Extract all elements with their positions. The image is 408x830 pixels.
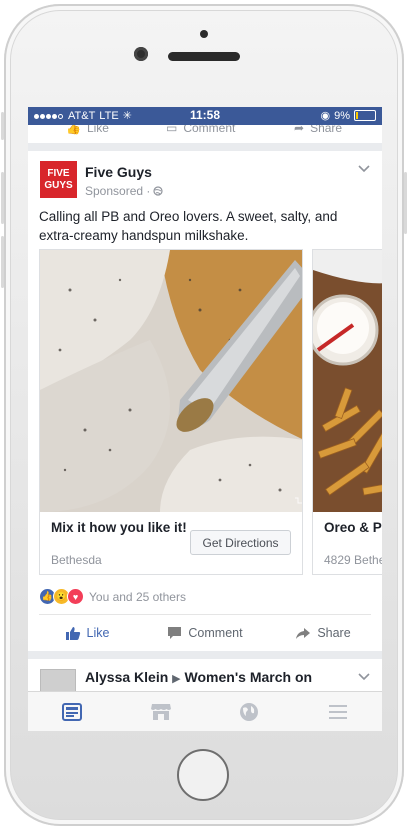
volume-down-button [1,236,4,288]
thumbs-up-icon: 👍 [66,125,81,135]
home-button[interactable] [177,749,229,801]
globe-icon [153,186,163,196]
battery-percent: 9% [334,109,350,122]
share-button[interactable]: Share [264,618,382,648]
front-camera [134,47,148,61]
tab-news-feed[interactable] [28,692,117,731]
shake-and-fries-image [313,250,382,512]
page-name[interactable]: Five Guys [85,164,152,180]
post-caption: Calling all PB and Oreo lovers. A sweet,… [39,209,338,243]
card-1-location: Bethesda [51,553,102,567]
share-icon [296,627,311,639]
next-post-arrow: ▶ [172,673,181,685]
card-2-title: Oreo & P Butter Mi [324,520,382,535]
prev-like-label: Like [86,125,109,135]
earpiece-speaker [168,52,240,61]
proximity-sensor [200,30,208,38]
five-guys-logo[interactable]: FIVE GUYS [40,161,77,198]
volume-up-button [1,172,4,224]
status-bar: AT&T LTE ✳ 11:58 ◉ 9% [28,107,382,125]
prev-like-button[interactable]: 👍 Like [66,125,109,135]
divider [39,614,371,615]
share-icon: ➦ [294,125,305,135]
next-post-target: Women's March on [184,669,313,685]
menu-icon [328,705,347,719]
post-actions: Like Comment Share [28,618,382,648]
sponsored-post: FIVE GUYS Five Guys Sponsored · Calling … [28,151,382,651]
comment-button[interactable]: Comment [146,618,264,648]
get-directions-button[interactable]: Get Directions [190,530,291,555]
thumbs-up-icon [65,626,80,640]
prev-comment-label: Comment [183,125,236,135]
like-button[interactable]: Like [28,618,146,648]
mute-switch [1,112,4,140]
carousel-card-2[interactable]: Oreo & P Butter Mi 4829 Bethe [312,249,382,575]
prev-comment-button[interactable]: ▭ Comment [166,125,235,135]
card-2-location: 4829 Bethe [324,553,382,567]
battery-icon [354,110,376,121]
comment-label: Comment [188,626,243,640]
tab-bar [28,691,382,731]
logo-line-1: FIVE [47,167,70,179]
card-1-title: Mix it how you like it! [51,520,187,535]
sponsored-label: Sponsored · [85,184,163,198]
tab-menu[interactable] [294,692,383,731]
next-post-header[interactable]: Alyssa Klein ▶ Women's March on [85,669,335,685]
orientation-lock-icon: ◉ [320,110,331,122]
power-button [404,172,407,234]
chevron-down-icon[interactable] [358,165,370,173]
prev-share-button[interactable]: ➦ Share [294,125,342,135]
sponsored-text: Sponsored · [85,184,151,198]
marketplace-icon [150,704,171,720]
app-screen: AT&T LTE ✳ 11:58 ◉ 9% 👍 Like ▭ Comment ➦ Sh… [28,107,382,731]
globe-icon [240,703,259,721]
carousel-card-1[interactable]: Mix it how you like it! Bethesda Get Dir… [39,249,303,575]
next-post-author: Alyssa Klein [85,669,169,685]
reactions-text: You and 25 others [89,589,186,604]
share-label: Share [317,626,351,640]
tab-notifications[interactable] [205,692,294,731]
tab-marketplace[interactable] [117,692,206,731]
comment-icon [168,627,182,639]
news-feed-icon [62,703,83,721]
comment-icon: ▭ [166,125,178,135]
love-reaction-icon: ♥ [67,588,84,605]
like-label: Like [86,626,110,640]
prev-share-label: Share [310,125,343,135]
previous-post-actions: 👍 Like ▭ Comment ➦ Share [28,125,382,143]
ad-carousel[interactable]: Mix it how you like it! Bethesda Get Dir… [39,249,382,575]
reactions-summary[interactable]: 👍 😮 ♥ You and 25 others [39,588,186,605]
logo-line-2: GUYS [44,179,73,191]
milkshake-image [40,250,302,512]
chevron-down-icon[interactable] [358,673,370,681]
